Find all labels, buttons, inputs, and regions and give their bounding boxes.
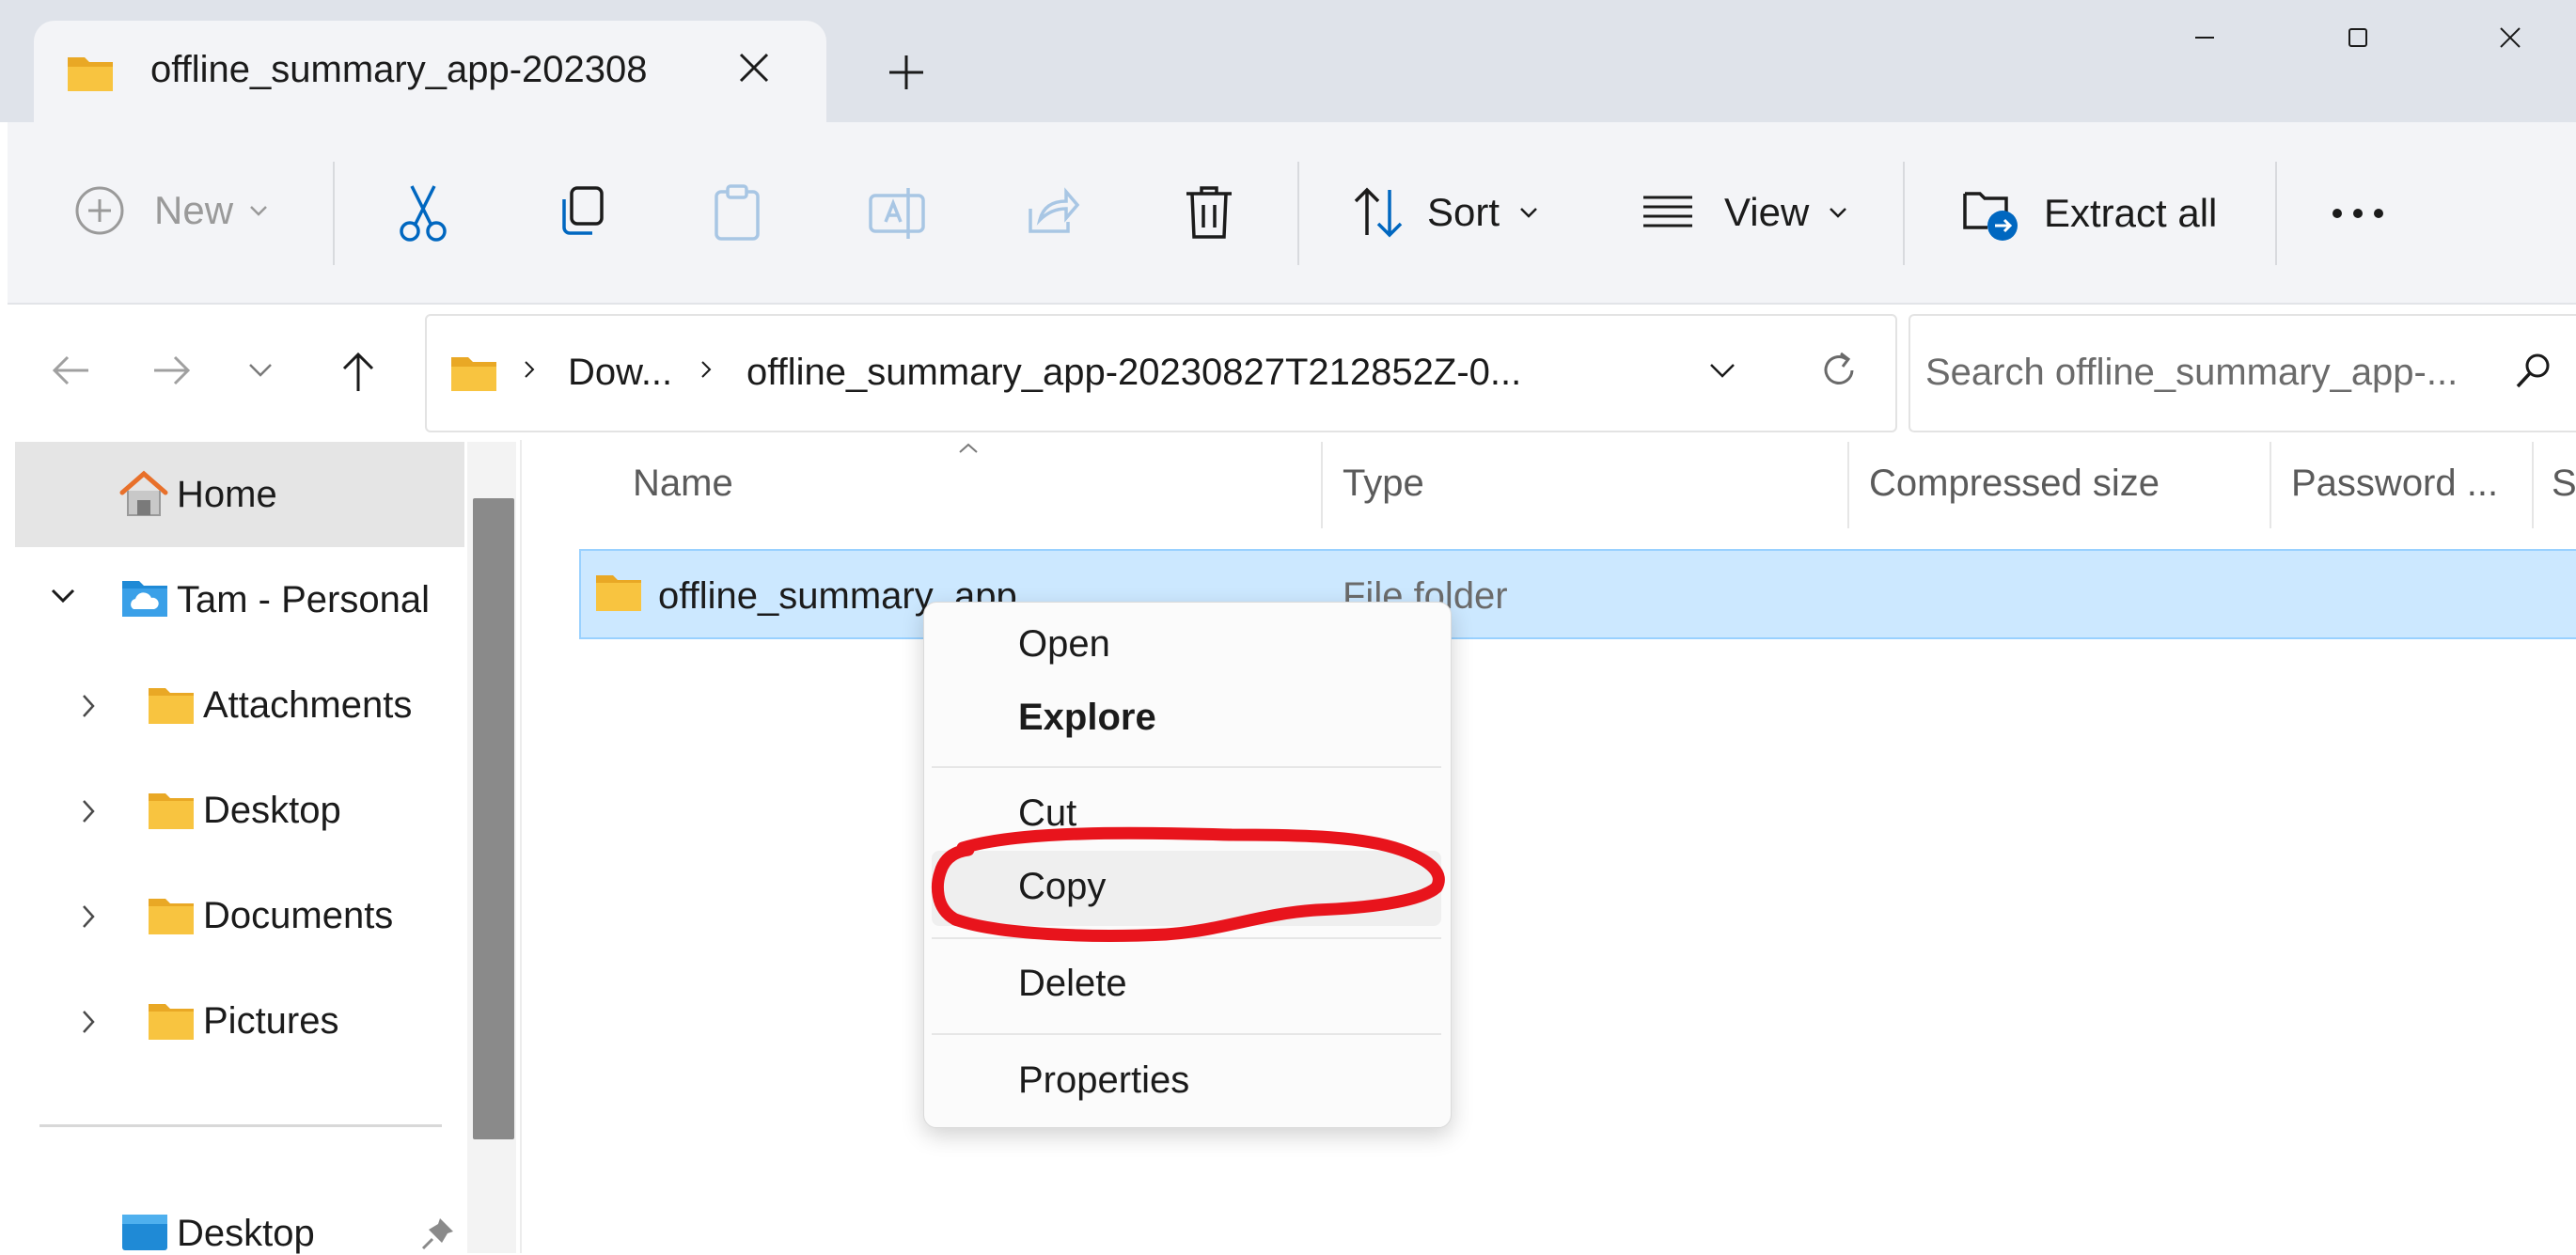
sidebar-label-home: Home <box>177 474 277 515</box>
delete-icon <box>1183 184 1235 243</box>
context-menu-separator <box>932 766 1441 768</box>
sort-button[interactable]: Sort <box>1350 186 1539 239</box>
folder-icon <box>147 684 196 726</box>
column-header-type[interactable]: Type <box>1343 463 1424 505</box>
recent-locations-icon[interactable] <box>246 361 275 380</box>
sidebar-scrollbar-thumb[interactable] <box>473 498 514 1139</box>
column-separator[interactable] <box>1321 442 1323 528</box>
cut-button[interactable] <box>395 182 451 243</box>
sidebar-item-pictures[interactable]: Pictures <box>203 1000 339 1043</box>
context-menu-open[interactable]: Open <box>1018 623 1110 666</box>
rename-button[interactable] <box>867 184 927 243</box>
sidebar-item-desktop[interactable]: Desktop <box>203 790 341 832</box>
search-icon[interactable] <box>2512 352 2553 393</box>
toolbar-separator <box>1903 162 1905 265</box>
paste-icon <box>711 184 763 243</box>
context-menu-explore[interactable]: Explore <box>1018 697 1156 739</box>
column-separator[interactable] <box>1847 442 1849 528</box>
folder-icon <box>594 572 643 613</box>
sidebar-item-pinned-desktop[interactable]: Desktop <box>177 1213 315 1255</box>
maximize-icon[interactable] <box>2330 9 2386 66</box>
chevron-down-icon <box>1518 206 1539 219</box>
forward-icon[interactable] <box>150 350 194 391</box>
sidebar-item-documents[interactable]: Documents <box>203 895 393 937</box>
home-icon <box>117 468 171 519</box>
search-input[interactable]: Search offline_summary_app-... <box>1908 314 2576 432</box>
column-header-size[interactable]: S <box>2552 463 2576 505</box>
breadcrumb-downloads[interactable]: Dow... <box>568 352 672 394</box>
chevron-right-icon <box>699 359 713 380</box>
view-button-label: View <box>1724 190 1810 234</box>
cut-icon <box>395 182 451 243</box>
column-header-password[interactable]: Password ... <box>2291 463 2498 505</box>
sort-button-label: Sort <box>1427 190 1500 234</box>
context-menu-delete[interactable]: Delete <box>1018 963 1127 1005</box>
onedrive-folder-icon <box>120 577 169 619</box>
toolbar-separator <box>333 162 335 265</box>
sidebar-divider <box>39 1124 442 1127</box>
address-bar[interactable]: Dow... offline_summary_app-20230827T2128… <box>425 314 1897 432</box>
toolbar-separator <box>2275 162 2277 265</box>
extract-all-label: Extract all <box>2044 191 2218 235</box>
chevron-down-icon <box>248 204 269 217</box>
chevron-right-icon[interactable] <box>79 692 98 720</box>
up-icon[interactable] <box>337 350 380 393</box>
chevron-right-icon[interactable] <box>79 902 98 931</box>
new-tab-icon[interactable] <box>886 52 927 93</box>
folder-icon <box>147 1000 196 1042</box>
minimize-icon[interactable] <box>2176 9 2233 66</box>
share-icon <box>1025 186 1081 239</box>
new-button[interactable]: New <box>73 184 269 237</box>
view-button[interactable]: View <box>1640 186 1848 239</box>
toolbar-separator <box>1297 162 1299 265</box>
paste-button[interactable] <box>711 184 763 243</box>
share-button[interactable] <box>1025 186 1081 239</box>
chevron-down-icon[interactable] <box>49 587 77 605</box>
sort-ascending-icon <box>957 442 980 455</box>
tab-close-icon[interactable] <box>735 49 773 86</box>
pane-divider[interactable] <box>520 440 522 1253</box>
chevron-down-icon <box>1828 206 1848 219</box>
context-menu-separator <box>932 1033 1441 1035</box>
folder-open-icon <box>449 352 498 393</box>
chevron-right-icon[interactable] <box>79 1008 98 1036</box>
more-options-button[interactable] <box>2330 199 2386 227</box>
close-icon[interactable] <box>2482 9 2538 66</box>
folder-icon <box>147 895 196 936</box>
column-header-compressed-size[interactable]: Compressed size <box>1869 463 2160 505</box>
plus-circle-icon <box>73 184 126 237</box>
desktop-icon <box>120 1211 169 1252</box>
extract-all-button[interactable]: Extract all <box>1961 184 2217 243</box>
pin-icon <box>419 1215 457 1252</box>
search-placeholder: Search offline_summary_app-... <box>1925 352 2458 393</box>
folder-icon <box>147 790 196 831</box>
extract-icon <box>1961 184 2021 243</box>
copy-icon <box>555 184 607 241</box>
back-icon[interactable] <box>49 350 92 391</box>
more-icon <box>2330 199 2386 227</box>
chevron-right-icon <box>523 359 536 380</box>
new-button-label: New <box>154 188 234 232</box>
context-menu-properties[interactable]: Properties <box>1018 1059 1189 1102</box>
delete-button[interactable] <box>1183 184 1235 243</box>
sort-icon <box>1350 186 1406 239</box>
rename-icon <box>867 184 927 243</box>
sidebar-label-cloud[interactable]: Tam - Personal <box>177 579 430 621</box>
view-icon <box>1640 186 1696 239</box>
folder-open-icon <box>66 52 115 93</box>
copy-button[interactable] <box>555 184 607 241</box>
column-header-name[interactable]: Name <box>633 463 733 505</box>
tab-title: offline_summary_app-202308 <box>150 49 648 90</box>
chevron-right-icon[interactable] <box>79 797 98 825</box>
navigation-pane <box>8 440 520 1253</box>
column-separator[interactable] <box>2270 442 2271 528</box>
column-separator[interactable] <box>2532 442 2534 528</box>
address-dropdown-icon[interactable] <box>1707 361 1737 380</box>
annotation-circle <box>932 826 1445 942</box>
refresh-icon[interactable] <box>1818 350 1860 391</box>
breadcrumb-current-folder[interactable]: offline_summary_app-20230827T212852Z-0..… <box>746 352 1521 394</box>
sidebar-item-attachments[interactable]: Attachments <box>203 684 412 727</box>
